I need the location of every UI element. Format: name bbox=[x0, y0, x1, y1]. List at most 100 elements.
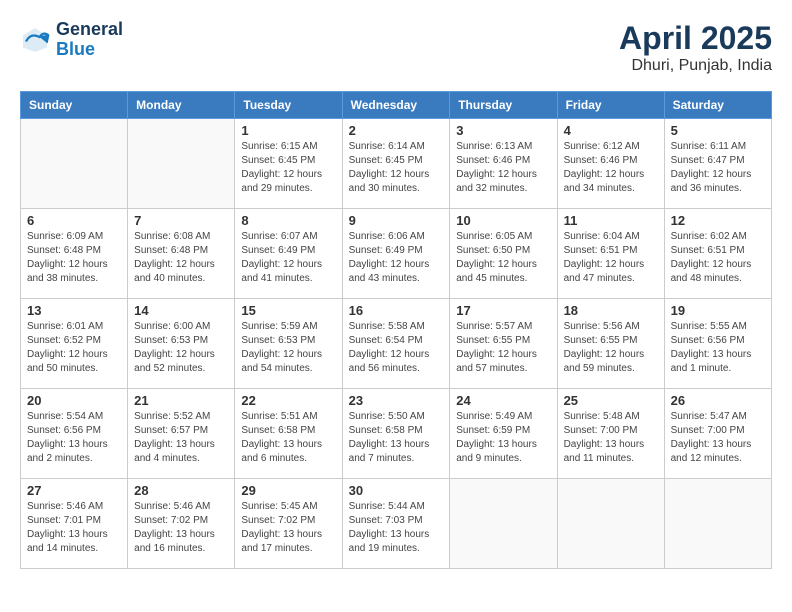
logo-general: General bbox=[56, 20, 123, 40]
day-info: Sunrise: 5:46 AMSunset: 7:02 PMDaylight:… bbox=[134, 500, 228, 556]
day-number: 18 bbox=[564, 303, 658, 318]
day-number: 12 bbox=[671, 213, 765, 228]
page-title: April 2025 bbox=[619, 20, 772, 57]
day-number: 15 bbox=[241, 303, 335, 318]
calendar-cell bbox=[664, 479, 771, 569]
day-info: Sunrise: 6:11 AMSunset: 6:47 PMDaylight:… bbox=[671, 140, 765, 196]
day-number: 26 bbox=[671, 393, 765, 408]
day-number: 30 bbox=[349, 483, 444, 498]
day-info: Sunrise: 6:05 AMSunset: 6:50 PMDaylight:… bbox=[456, 230, 550, 286]
calendar-cell: 10Sunrise: 6:05 AMSunset: 6:50 PMDayligh… bbox=[450, 209, 557, 299]
day-info: Sunrise: 5:52 AMSunset: 6:57 PMDaylight:… bbox=[134, 410, 228, 466]
day-info: Sunrise: 6:07 AMSunset: 6:49 PMDaylight:… bbox=[241, 230, 335, 286]
calendar-cell: 26 Sunrise: 5:47 AMSunset: 7:00 PMDayligh… bbox=[664, 389, 771, 479]
day-number: 8 bbox=[241, 213, 335, 228]
logo-blue: Blue bbox=[56, 40, 123, 60]
day-info: Sunrise: 5:59 AMSunset: 6:53 PMDaylight:… bbox=[241, 320, 335, 376]
day-info: Sunrise: 5:47 AMSunset: 7:00 PMDaylight:… bbox=[671, 410, 765, 466]
calendar-cell: 29Sunrise: 5:45 AMSunset: 7:02 PMDayligh… bbox=[235, 479, 342, 569]
day-info: Sunrise: 6:14 AMSunset: 6:45 PMDaylight:… bbox=[349, 140, 444, 196]
day-number: 28 bbox=[134, 483, 228, 498]
calendar-cell: 5 Sunrise: 6:11 AMSunset: 6:47 PMDaylight… bbox=[664, 119, 771, 209]
day-number: 22 bbox=[241, 393, 335, 408]
calendar-week-row: 20Sunrise: 5:54 AMSunset: 6:56 PMDayligh… bbox=[21, 389, 772, 479]
calendar-week-row: 27Sunrise: 5:46 AMSunset: 7:01 PMDayligh… bbox=[21, 479, 772, 569]
calendar-cell bbox=[450, 479, 557, 569]
calendar-cell: 22 Sunrise: 5:51 AMSunset: 6:58 PMDayligh… bbox=[235, 389, 342, 479]
logo: General Blue bbox=[20, 20, 123, 60]
day-info: Sunrise: 6:01 AMSunset: 6:52 PMDaylight:… bbox=[27, 320, 121, 376]
calendar-cell: 23Sunrise: 5:50 AMSunset: 6:58 PMDayligh… bbox=[342, 389, 450, 479]
calendar-cell: 25 Sunrise: 5:48 AMSunset: 7:00 PMDayligh… bbox=[557, 389, 664, 479]
day-info: Sunrise: 5:55 AMSunset: 6:56 PMDaylight:… bbox=[671, 320, 765, 376]
calendar-cell: 9 Sunrise: 6:06 AMSunset: 6:49 PMDaylight… bbox=[342, 209, 450, 299]
day-info: Sunrise: 6:04 AMSunset: 6:51 PMDaylight:… bbox=[564, 230, 658, 286]
calendar-cell: 1Sunrise: 6:15 AMSunset: 6:45 PMDaylight… bbox=[235, 119, 342, 209]
day-number: 1 bbox=[241, 123, 335, 138]
day-info: Sunrise: 6:06 AMSunset: 6:49 PMDaylight:… bbox=[349, 230, 444, 286]
day-info: Sunrise: 5:48 AMSunset: 7:00 PMDaylight:… bbox=[564, 410, 658, 466]
day-header: Tuesday bbox=[235, 92, 342, 119]
page-subtitle: Dhuri, Punjab, India bbox=[619, 57, 772, 75]
calendar-cell: 6 Sunrise: 6:09 AMSunset: 6:48 PMDaylight… bbox=[21, 209, 128, 299]
calendar-cell bbox=[557, 479, 664, 569]
calendar-cell: 3Sunrise: 6:13 AMSunset: 6:46 PMDaylight… bbox=[450, 119, 557, 209]
day-number: 11 bbox=[564, 213, 658, 228]
day-info: Sunrise: 6:00 AMSunset: 6:53 PMDaylight:… bbox=[134, 320, 228, 376]
day-header: Wednesday bbox=[342, 92, 450, 119]
title-block: April 2025 Dhuri, Punjab, India bbox=[619, 20, 772, 75]
day-info: Sunrise: 5:49 AMSunset: 6:59 PMDaylight:… bbox=[456, 410, 550, 466]
day-info: Sunrise: 5:44 AMSunset: 7:03 PMDaylight:… bbox=[349, 500, 444, 556]
calendar-week-row: 1Sunrise: 6:15 AMSunset: 6:45 PMDaylight… bbox=[21, 119, 772, 209]
calendar-cell: 14 Sunrise: 6:00 AMSunset: 6:53 PMDayligh… bbox=[128, 299, 235, 389]
day-info: Sunrise: 6:09 AMSunset: 6:48 PMDaylight:… bbox=[27, 230, 121, 286]
calendar-week-row: 6 Sunrise: 6:09 AMSunset: 6:48 PMDaylight… bbox=[21, 209, 772, 299]
calendar-cell: 13 Sunrise: 6:01 AMSunset: 6:52 PMDayligh… bbox=[21, 299, 128, 389]
day-info: Sunrise: 5:58 AMSunset: 6:54 PMDaylight:… bbox=[349, 320, 444, 376]
calendar-cell: 28 Sunrise: 5:46 AMSunset: 7:02 PMDayligh… bbox=[128, 479, 235, 569]
calendar-cell: 24 Sunrise: 5:49 AMSunset: 6:59 PMDayligh… bbox=[450, 389, 557, 479]
day-header: Thursday bbox=[450, 92, 557, 119]
day-info: Sunrise: 6:08 AMSunset: 6:48 PMDaylight:… bbox=[134, 230, 228, 286]
day-number: 29 bbox=[241, 483, 335, 498]
day-info: Sunrise: 5:51 AMSunset: 6:58 PMDaylight:… bbox=[241, 410, 335, 466]
day-header: Saturday bbox=[664, 92, 771, 119]
day-number: 9 bbox=[349, 213, 444, 228]
calendar-cell: 20Sunrise: 5:54 AMSunset: 6:56 PMDayligh… bbox=[21, 389, 128, 479]
calendar-cell: 15 Sunrise: 5:59 AMSunset: 6:53 PMDayligh… bbox=[235, 299, 342, 389]
day-number: 14 bbox=[134, 303, 228, 318]
day-number: 25 bbox=[564, 393, 658, 408]
day-info: Sunrise: 5:56 AMSunset: 6:55 PMDaylight:… bbox=[564, 320, 658, 376]
calendar-cell: 19 Sunrise: 5:55 AMSunset: 6:56 PMDayligh… bbox=[664, 299, 771, 389]
day-info: Sunrise: 6:02 AMSunset: 6:51 PMDaylight:… bbox=[671, 230, 765, 286]
day-number: 5 bbox=[671, 123, 765, 138]
calendar-cell: 2 Sunrise: 6:14 AMSunset: 6:45 PMDaylight… bbox=[342, 119, 450, 209]
calendar-table: SundayMondayTuesdayWednesdayThursdayFrid… bbox=[20, 91, 772, 569]
calendar-cell: 16 Sunrise: 5:58 AMSunset: 6:54 PMDayligh… bbox=[342, 299, 450, 389]
day-number: 6 bbox=[27, 213, 121, 228]
day-number: 23 bbox=[349, 393, 444, 408]
calendar-cell: 27Sunrise: 5:46 AMSunset: 7:01 PMDayligh… bbox=[21, 479, 128, 569]
page-header: General Blue April 2025 Dhuri, Punjab, I… bbox=[20, 20, 772, 75]
calendar-header-row: SundayMondayTuesdayWednesdayThursdayFrid… bbox=[21, 92, 772, 119]
day-header: Friday bbox=[557, 92, 664, 119]
day-info: Sunrise: 6:13 AMSunset: 6:46 PMDaylight:… bbox=[456, 140, 550, 196]
day-number: 4 bbox=[564, 123, 658, 138]
day-number: 13 bbox=[27, 303, 121, 318]
day-number: 20 bbox=[27, 393, 121, 408]
day-number: 16 bbox=[349, 303, 444, 318]
calendar-cell: 17Sunrise: 5:57 AMSunset: 6:55 PMDayligh… bbox=[450, 299, 557, 389]
calendar-cell: 8 Sunrise: 6:07 AMSunset: 6:49 PMDaylight… bbox=[235, 209, 342, 299]
calendar-cell: 4 Sunrise: 6:12 AMSunset: 6:46 PMDaylight… bbox=[557, 119, 664, 209]
day-number: 7 bbox=[134, 213, 228, 228]
day-number: 2 bbox=[349, 123, 444, 138]
calendar-cell: 11 Sunrise: 6:04 AMSunset: 6:51 PMDayligh… bbox=[557, 209, 664, 299]
day-number: 21 bbox=[134, 393, 228, 408]
day-info: Sunrise: 5:57 AMSunset: 6:55 PMDaylight:… bbox=[456, 320, 550, 376]
day-info: Sunrise: 6:12 AMSunset: 6:46 PMDaylight:… bbox=[564, 140, 658, 196]
day-number: 19 bbox=[671, 303, 765, 318]
day-info: Sunrise: 5:46 AMSunset: 7:01 PMDaylight:… bbox=[27, 500, 121, 556]
day-header: Monday bbox=[128, 92, 235, 119]
calendar-cell: 21 Sunrise: 5:52 AMSunset: 6:57 PMDayligh… bbox=[128, 389, 235, 479]
day-number: 24 bbox=[456, 393, 550, 408]
